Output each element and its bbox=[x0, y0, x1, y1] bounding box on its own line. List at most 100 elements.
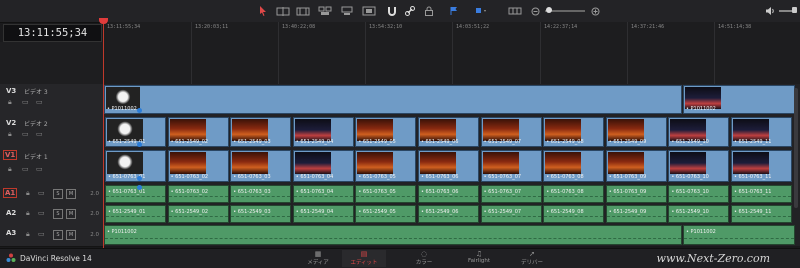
audio-clip[interactable]: • 651-2549_09 bbox=[605, 205, 667, 223]
audio-clip[interactable]: • 651-2549_07 bbox=[480, 205, 542, 223]
track-header-a2[interactable]: A2 🔒︎ ▭ S M 2.0 bbox=[0, 204, 103, 225]
video-clip[interactable]: • 651-0763_02 bbox=[167, 150, 229, 182]
mute-button[interactable]: M bbox=[66, 209, 76, 219]
video-monitor-icon[interactable]: ▭ bbox=[36, 130, 43, 138]
video-clip[interactable]: • 651-2549_11 bbox=[731, 117, 792, 147]
lock-icon[interactable]: 🔒︎ bbox=[26, 189, 30, 198]
audio-clip[interactable]: • 651-2549_10 bbox=[668, 205, 730, 223]
video-clip[interactable]: • 651-2549_06 bbox=[418, 117, 479, 147]
video-clip[interactable]: • 651-0763_06 bbox=[418, 150, 479, 182]
audio-clip[interactable]: • 651-0763_07 bbox=[480, 185, 542, 203]
tab-media[interactable]: ▦ メディア bbox=[300, 250, 336, 267]
lock-icon[interactable]: 🔒︎ bbox=[26, 209, 30, 218]
insert-clip-icon[interactable] bbox=[318, 4, 332, 18]
video-clip[interactable]: • 651-0763_04 bbox=[292, 150, 354, 182]
linked-selection-icon[interactable] bbox=[404, 4, 416, 18]
audio-clip[interactable]: • 651-0763_06 bbox=[418, 185, 479, 203]
video-clip[interactable]: • 651-0763_10 bbox=[668, 150, 730, 182]
video-clip[interactable]: • 651-2549_03 bbox=[230, 117, 292, 147]
video-clip[interactable]: • 651-2549_10 bbox=[668, 117, 730, 147]
tab-deliver[interactable]: ➚ デリバー bbox=[510, 250, 554, 267]
timeline-view-options-icon[interactable] bbox=[508, 4, 522, 18]
audio-clip[interactable]: • P1011002 bbox=[104, 225, 682, 245]
video-clip[interactable]: • 651-0763_05 bbox=[355, 150, 417, 182]
tab-edit[interactable]: ▤ エディット bbox=[342, 250, 386, 267]
video-clip[interactable]: • 651-2549_02 bbox=[167, 117, 229, 147]
track-header-v3[interactable]: V3 ビデオ 3 🔒︎ ▭ ▭ bbox=[0, 84, 103, 117]
audio-clip[interactable]: • 651-2549_05 bbox=[355, 205, 417, 223]
audio-clip[interactable]: • 651-0763_04 bbox=[292, 185, 354, 203]
audio-clip[interactable]: • 651-0763_08 bbox=[543, 185, 605, 203]
tab-color[interactable]: ◌ カラー bbox=[404, 250, 444, 267]
audio-clip[interactable]: • 651-0763_01 bbox=[105, 185, 166, 203]
video-clip[interactable]: • 651-0763_03 bbox=[230, 150, 292, 182]
tab-fairlight[interactable]: ♫ Fairlight bbox=[458, 250, 500, 267]
blade-edit-icon[interactable] bbox=[296, 4, 310, 18]
video-clip[interactable]: • 651-2549_07 bbox=[480, 117, 542, 147]
video-clip[interactable]: • 651-0763_08 bbox=[543, 150, 605, 182]
audio-clip[interactable]: • 651-2549_06 bbox=[418, 205, 479, 223]
auto-select-icon[interactable]: ▭ bbox=[22, 165, 29, 173]
audio-clip[interactable]: • 651-0763_03 bbox=[230, 185, 292, 203]
timeline-ruler[interactable]: 13:11:55;34 13:20:03;11 13:40:22;08 13:5… bbox=[103, 22, 800, 84]
vertical-scrollbar[interactable] bbox=[794, 88, 798, 208]
video-clip[interactable]: • 651-0763_11 bbox=[731, 150, 792, 182]
audio-clip[interactable]: • 651-2549_11 bbox=[731, 205, 792, 223]
track-header-a3[interactable]: A3 🔒︎ ▭ S M 2.0 bbox=[0, 224, 103, 247]
track-lane-a1[interactable]: • 651-0763_01 • 651-0763_02 • 651-0763_03 •… bbox=[103, 184, 800, 204]
audio-clip[interactable]: • 651-2549_04 bbox=[292, 205, 354, 223]
lock-icon[interactable]: 🔒︎ bbox=[8, 165, 12, 174]
master-volume-slider[interactable] bbox=[778, 4, 798, 18]
video-clip[interactable]: • 651-0763_09 bbox=[605, 150, 667, 182]
audio-clip[interactable]: • 651-0763_05 bbox=[355, 185, 417, 203]
audio-clip[interactable]: • 651-2549_01 bbox=[105, 205, 166, 223]
lock-icon[interactable]: 🔒︎ bbox=[8, 130, 12, 139]
track-lane-v2[interactable]: • 651-2549_01 • 651-2549_02 • 651-2549_03 •… bbox=[103, 116, 800, 149]
audio-clip[interactable]: • 651-2549_08 bbox=[543, 205, 605, 223]
zoom-out-icon[interactable] bbox=[530, 4, 540, 18]
video-clip[interactable]: • P1011002 bbox=[104, 85, 682, 114]
track-lane-v1[interactable]: • 651-0763_01 • 651-0763_02 • 651-0763_03 •… bbox=[103, 149, 800, 184]
audio-clip[interactable]: • 651-0763_10 bbox=[668, 185, 730, 203]
video-monitor-icon[interactable]: ▭ bbox=[36, 98, 43, 106]
track-lane-v3[interactable]: • P1011002 • P1011002 bbox=[103, 84, 800, 116]
video-monitor-icon[interactable]: ▭ bbox=[36, 165, 43, 173]
snapping-magnet-icon[interactable] bbox=[386, 4, 398, 18]
track-label[interactable]: ビデオ 3 bbox=[24, 87, 48, 96]
zoom-slider[interactable] bbox=[544, 4, 586, 18]
audio-clip[interactable]: • 651-0763_09 bbox=[605, 185, 667, 203]
video-clip[interactable]: • P1011002 bbox=[683, 85, 795, 114]
video-clip[interactable]: • 651-2549_04 bbox=[292, 117, 354, 147]
auto-select-icon[interactable]: ▭ bbox=[38, 230, 45, 238]
video-clip[interactable]: • 651-2549_05 bbox=[355, 117, 417, 147]
zoom-in-icon[interactable] bbox=[590, 4, 600, 18]
video-clip[interactable]: • 651-2549_09 bbox=[605, 117, 667, 147]
flag-icon[interactable] bbox=[448, 4, 460, 18]
zoom-slider-handle[interactable] bbox=[546, 7, 552, 13]
volume-icon[interactable] bbox=[764, 4, 776, 18]
lock-icon[interactable]: 🔒︎ bbox=[8, 98, 12, 107]
track-header-v2[interactable]: V2 ビデオ 2 🔒︎ ▭ ▭ bbox=[0, 116, 103, 150]
auto-select-icon[interactable]: ▭ bbox=[22, 98, 29, 106]
marker-icon[interactable] bbox=[474, 4, 488, 18]
playhead[interactable] bbox=[103, 19, 104, 249]
solo-button[interactable]: S bbox=[53, 209, 63, 219]
auto-select-icon[interactable]: ▭ bbox=[22, 130, 29, 138]
video-clip[interactable]: • 651-2549_08 bbox=[543, 117, 605, 147]
audio-clip[interactable]: • 651-0763_02 bbox=[167, 185, 229, 203]
track-lane-a2[interactable]: • 651-2549_01 • 651-2549_02 • 651-2549_03 •… bbox=[103, 204, 800, 224]
auto-select-icon[interactable]: ▭ bbox=[38, 189, 45, 197]
audio-clip[interactable]: • 651-0763_11 bbox=[731, 185, 792, 203]
trim-tool-icon[interactable] bbox=[276, 4, 290, 18]
video-clip[interactable]: • 651-2549_01 bbox=[105, 117, 166, 147]
video-clip[interactable]: • 651-0763_07 bbox=[480, 150, 542, 182]
audio-clip[interactable]: • 651-2549_02 bbox=[167, 205, 229, 223]
track-label[interactable]: ビデオ 2 bbox=[24, 119, 48, 128]
selection-tool-icon[interactable] bbox=[258, 4, 268, 18]
position-lock-icon[interactable] bbox=[423, 4, 435, 18]
current-timecode[interactable]: 13:11:55;34 bbox=[3, 24, 102, 42]
replace-clip-icon[interactable] bbox=[362, 4, 376, 18]
solo-button[interactable]: S bbox=[53, 189, 63, 199]
mute-button[interactable]: M bbox=[66, 230, 76, 240]
audio-clip[interactable]: • 651-2549_03 bbox=[230, 205, 292, 223]
